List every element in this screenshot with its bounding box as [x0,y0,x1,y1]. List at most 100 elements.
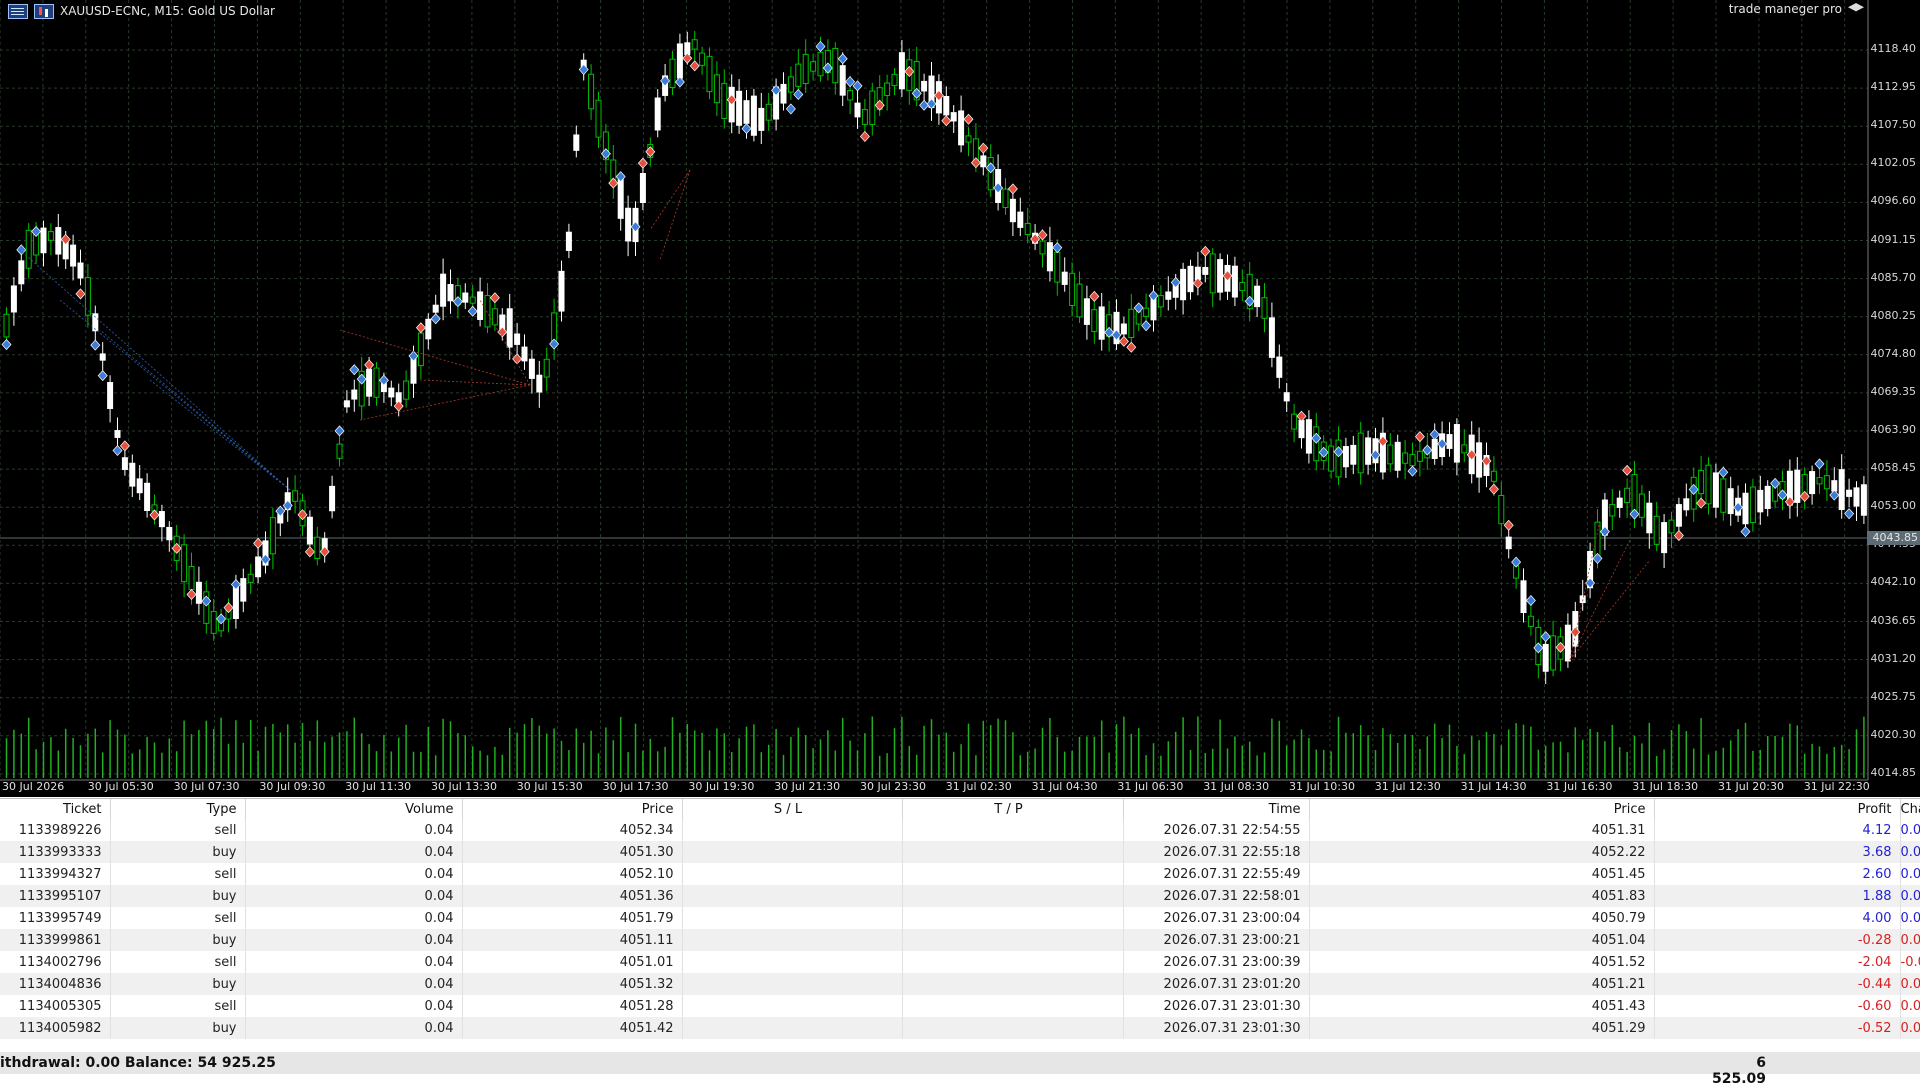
candle-body [1816,477,1823,485]
cell-price: 4051.79 [462,907,683,929]
candle-body [950,112,957,122]
col-profit[interactable]: Profit [1654,799,1901,819]
candle-body [1846,489,1853,497]
sell-marker [512,353,523,365]
price-chart[interactable]: XAUUSD-ECNc, M15: Gold US Dollar trade m… [0,0,1920,797]
candle-body [699,52,706,66]
candle-chart-icon[interactable] [34,3,54,19]
candle-body [432,304,439,313]
sell-marker [637,157,648,169]
cell-tp [902,819,1124,841]
buy-marker [1311,432,1322,444]
chart-canvas[interactable] [0,0,1920,797]
sell-marker [489,292,500,304]
table-row[interactable]: 1133994327 sell 0.04 4052.10 2026.07.31 22:5… [0,863,1920,885]
price-axis-label: 4020.30 [1870,727,1917,741]
table-row[interactable]: 1133995749 sell 0.04 4051.79 2026.07.31 23:0… [0,907,1920,929]
cell-volume: 0.04 [245,819,463,841]
candle-body [558,270,565,312]
candle-body [1024,223,1031,235]
candle-body [484,295,491,328]
candle-body [306,516,313,545]
col-tp[interactable]: T / P [902,799,1124,819]
chart-window-icon[interactable] [8,3,28,19]
time-axis-label: 31 Jul 04:30 [1031,780,1098,793]
candle-body [1490,470,1497,482]
col-ticket[interactable]: Ticket [0,799,111,819]
cell-volume: 0.04 [245,907,463,929]
buy-marker [282,499,293,511]
candle-body [1283,392,1290,402]
candle-body [3,313,10,338]
buy-marker [1111,329,1122,341]
candle-body [1461,444,1468,454]
table-row[interactable]: 1133989226 sell 0.04 4052.34 2026.07.31 22:5… [0,819,1920,841]
sell-marker [963,113,974,125]
candle-body [269,517,276,555]
col-price-current[interactable]: Price [1309,799,1655,819]
cell-time: 2026.07.31 23:01:20 [1123,973,1310,995]
candle-body [99,353,106,361]
cell-volume: 0.04 [245,1017,463,1039]
col-volume[interactable]: Volume [245,799,463,819]
candle-body [247,573,254,583]
cell-price: 4051.01 [462,951,683,973]
candle-body [1298,419,1305,439]
candle-body [1120,323,1127,335]
trade-table: Ticket Type Volume Price S / L T / P Tim… [0,798,1920,1054]
symbol-title: XAUUSD-ECNc, M15: Gold US Dollar [60,4,275,18]
buy-marker [1422,444,1433,456]
col-time[interactable]: Time [1123,799,1310,819]
cell-sl [682,973,903,995]
table-row[interactable]: 1134005305 sell 0.04 4051.28 2026.07.31 23:0… [0,995,1920,1017]
cell-ticket: 1133995749 [0,907,111,929]
table-row[interactable]: 1133995107 buy 0.04 4051.36 2026.07.31 22:58… [0,885,1920,907]
sell-marker [119,440,130,452]
buy-marker [919,99,930,111]
cell-price: 4051.32 [462,973,683,995]
cell-tp [902,841,1124,863]
col-price[interactable]: Price [462,799,683,819]
buy-marker [1733,501,1744,514]
graduation-cap-icon [1848,3,1864,12]
buy-marker [1740,526,1751,538]
cell-volume: 0.04 [245,885,463,907]
time-axis-label: 31 Jul 18:30 [1632,780,1699,793]
candle-body [847,89,854,101]
table-row[interactable]: 1133999861 buy 0.04 4051.11 2026.07.31 23:00… [0,929,1920,951]
time-axis-label: 31 Jul 06:30 [1117,780,1184,793]
sell-marker [1089,290,1100,302]
trade-link-line [19,249,291,491]
candle-body [469,296,476,304]
buy-marker [112,445,123,457]
candle-body [684,42,691,56]
table-row[interactable]: 1134004836 buy 0.04 4051.32 2026.07.31 23:01… [0,973,1920,995]
buy-marker [349,364,360,376]
sell-marker [689,60,700,72]
col-change[interactable]: Change [1900,799,1920,819]
sell-marker [608,177,619,189]
table-row[interactable]: 1134002796 sell 0.04 4051.01 2026.07.31 23:0… [0,951,1920,973]
sell-marker [1503,519,1514,531]
buy-marker [260,553,271,565]
table-row[interactable]: 1134005982 buy 0.04 4051.42 2026.07.31 23:01… [0,1017,1920,1039]
col-sl[interactable]: S / L [682,799,903,819]
sell-marker [1200,245,1211,257]
candle-body [210,610,217,634]
candle-body [595,99,602,138]
cell-price2: 4051.83 [1309,885,1655,907]
buy-marker [1,339,12,351]
candle-body [898,52,905,90]
buy-marker [1814,458,1825,470]
buy-marker [1533,642,1544,654]
candle-body [691,39,698,50]
candle-body [1157,295,1164,308]
candle-body [1076,283,1083,318]
candle-body [565,231,572,251]
candle-body [861,109,868,125]
candle-body [195,581,202,604]
cell-ticket: 1133995107 [0,885,111,907]
trade-link-line [59,299,291,491]
table-row[interactable]: 1133993333 buy 0.04 4051.30 2026.07.31 22:55… [0,841,1920,863]
col-type[interactable]: Type [110,799,246,819]
